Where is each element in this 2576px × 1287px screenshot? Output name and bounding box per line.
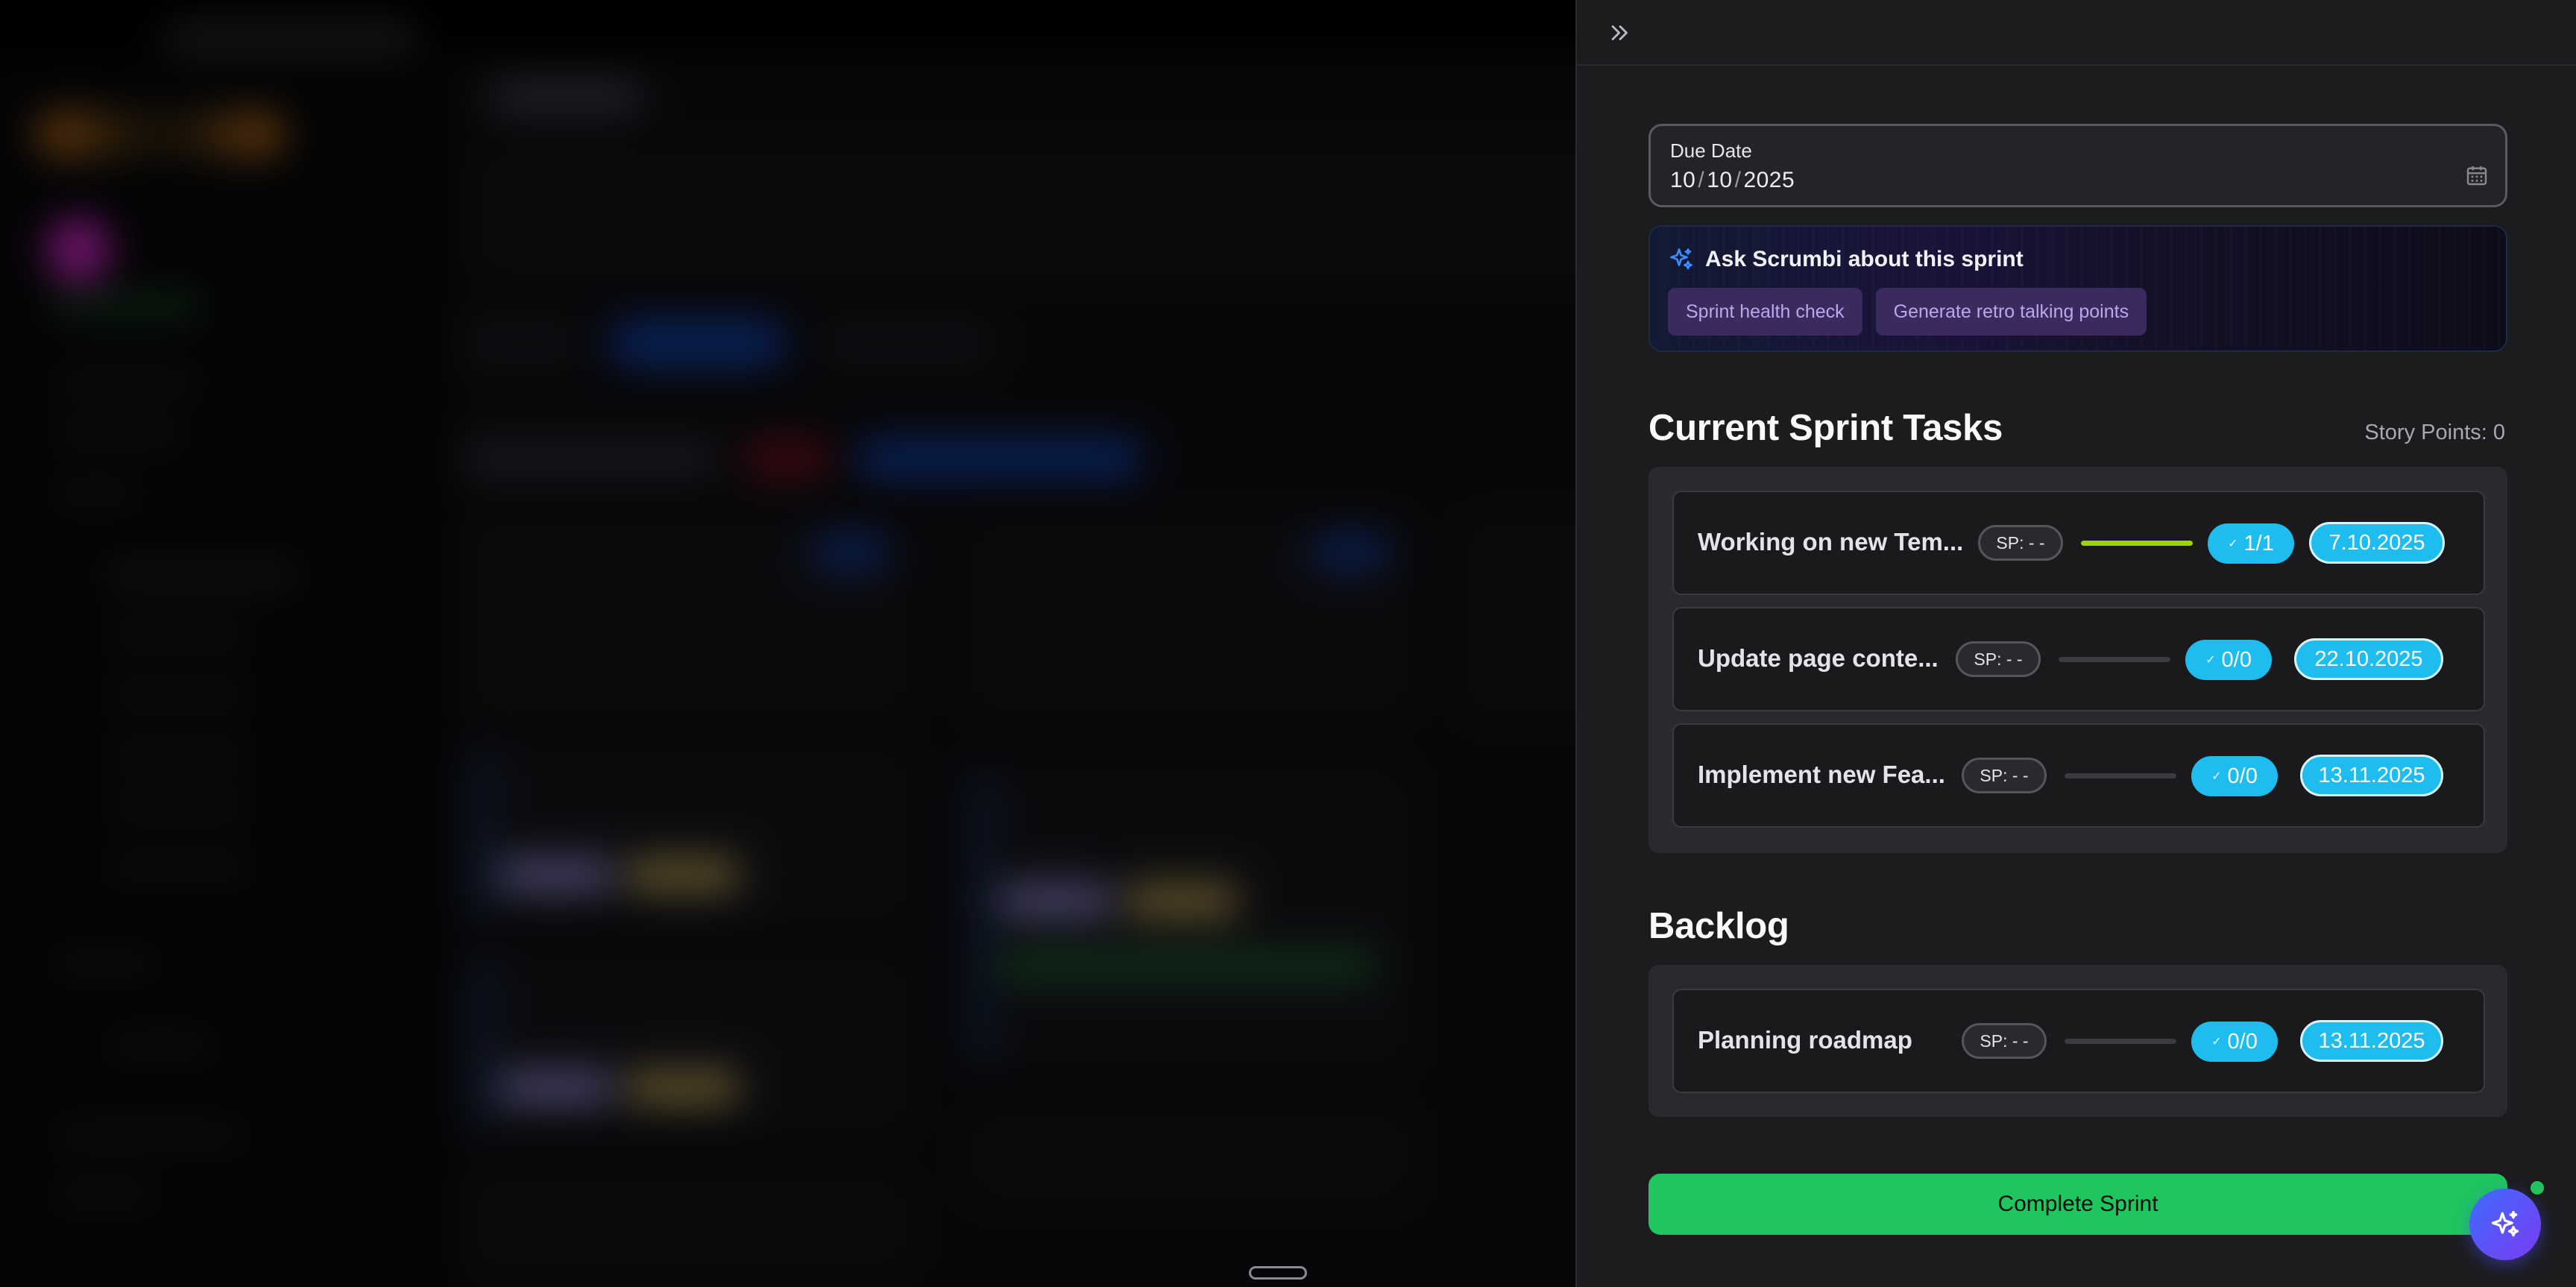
due-date-separator: /: [1734, 168, 1742, 192]
task-progress-bar: [2065, 1039, 2176, 1044]
subtask-count: 0/0: [2221, 647, 2252, 672]
calendar-icon[interactable]: [2465, 163, 2489, 187]
check-icon: ✓: [2228, 538, 2238, 550]
subtask-count: 0/0: [2227, 1029, 2258, 1054]
due-date-month[interactable]: 10: [1707, 168, 1732, 192]
double-chevron-right-icon: [1611, 25, 1628, 40]
subtask-count-pill[interactable]: ✓ 0/0: [2191, 1022, 2278, 1062]
story-points-pill[interactable]: SP: - -: [1962, 758, 2047, 793]
task-date-pill[interactable]: 22.10.2025: [2294, 638, 2443, 680]
task-date-pill[interactable]: 13.11.2025: [2300, 755, 2443, 796]
drawer-header: [1577, 0, 2576, 66]
collapse-drawer-button[interactable]: [1599, 13, 1641, 52]
complete-sprint-button[interactable]: Complete Sprint: [1648, 1174, 2507, 1235]
story-points-pill[interactable]: SP: - -: [1978, 525, 2063, 561]
task-name[interactable]: Working on new Tem...: [1698, 528, 1963, 556]
due-date-label: Due Date: [1670, 139, 1752, 162]
sprint-health-check-chip[interactable]: Sprint health check: [1668, 288, 1862, 336]
sparkle-icon: [1670, 248, 1692, 270]
subtask-count-pill[interactable]: ✓ 1/1: [2208, 523, 2294, 564]
task-progress-bar: [2059, 657, 2170, 662]
task-date-pill[interactable]: 13.11.2025: [2300, 1020, 2443, 1062]
task-row[interactable]: Update page conte... SP: - - ✓ 0/0 22.10.…: [1672, 607, 2485, 711]
due-date-field[interactable]: Due Date 10/10/2025: [1648, 124, 2507, 207]
story-points-total: Story Points: 0: [2364, 421, 2505, 444]
due-date-separator: /: [1698, 168, 1705, 192]
task-progress-bar: [2065, 773, 2176, 778]
ask-scrumbi-header: Ask Scrumbi about this sprint: [1668, 246, 2024, 273]
online-status-dot: [2528, 1178, 2547, 1198]
generate-retro-points-chip[interactable]: Generate retro talking points: [1875, 288, 2147, 336]
task-progress-fill: [2081, 541, 2193, 546]
ask-scrumbi-panel: Ask Scrumbi about this sprint Sprint hea…: [1648, 225, 2507, 352]
modal-dim-overlay[interactable]: [0, 0, 1575, 1287]
task-row[interactable]: Working on new Tem... SP: - - ✓ 1/1 7.10.…: [1672, 491, 2485, 595]
story-points-pill[interactable]: SP: - -: [1956, 641, 2041, 677]
check-icon: ✓: [2205, 654, 2216, 667]
backlog-task-list: Planning roadmap SP: - - ✓ 0/0 13.11.2025: [1648, 965, 2507, 1117]
task-name[interactable]: Implement new Fea...: [1698, 761, 1945, 789]
subtask-count-pill[interactable]: ✓ 0/0: [2191, 756, 2278, 796]
task-name[interactable]: Planning roadmap: [1698, 1026, 1912, 1054]
check-icon: ✓: [2211, 770, 2222, 783]
subtask-count-pill[interactable]: ✓ 0/0: [2185, 640, 2272, 680]
backlog-title: Backlog: [1648, 906, 1789, 946]
task-name[interactable]: Update page conte...: [1698, 644, 1939, 673]
check-icon: ✓: [2211, 1036, 2222, 1048]
sprint-drawer: Due Date 10/10/2025 Ask Scrumbi about th…: [1575, 0, 2576, 1287]
task-date-pill[interactable]: 7.10.2025: [2309, 522, 2445, 564]
current-sprint-task-list: Working on new Tem... SP: - - ✓ 1/1 7.10.…: [1648, 467, 2507, 853]
task-row[interactable]: Implement new Fea... SP: - - ✓ 0/0 13.11.…: [1672, 723, 2485, 828]
subtask-count: 0/0: [2227, 764, 2258, 788]
ask-scrumbi-title: Ask Scrumbi about this sprint: [1705, 247, 2024, 271]
background-app: [0, 0, 1575, 1287]
assistant-fab-button[interactable]: [2469, 1189, 2541, 1260]
sparkle-icon: [2491, 1210, 2519, 1237]
home-indicator: [1249, 1266, 1307, 1280]
task-row[interactable]: Planning roadmap SP: - - ✓ 0/0 13.11.2025: [1672, 989, 2485, 1093]
current-sprint-title: Current Sprint Tasks: [1648, 408, 2003, 448]
due-date-year[interactable]: 2025: [1743, 168, 1795, 192]
subtask-count: 1/1: [2243, 531, 2274, 556]
due-date-value[interactable]: 10/10/2025: [1670, 168, 1795, 193]
story-points-pill[interactable]: SP: - -: [1962, 1023, 2047, 1059]
task-progress-bar: [2081, 541, 2193, 546]
due-date-day[interactable]: 10: [1670, 168, 1695, 192]
ask-scrumbi-suggestions: Sprint health check Generate retro talki…: [1668, 288, 2147, 336]
